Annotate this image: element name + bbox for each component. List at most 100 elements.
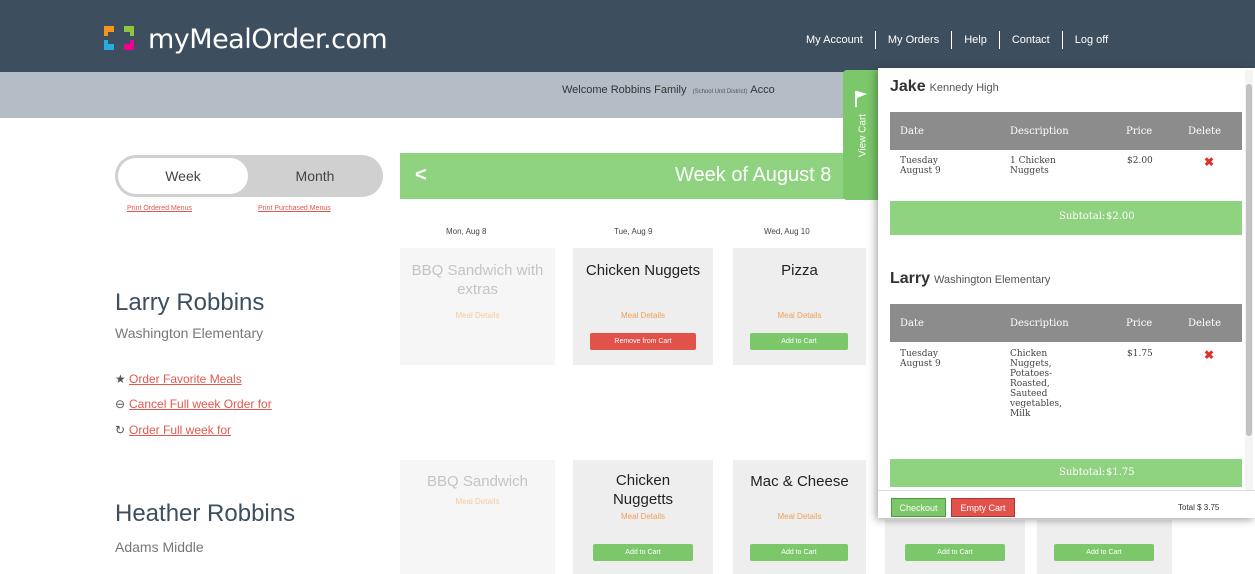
- logo-text[interactable]: myMealOrder.com: [148, 24, 388, 55]
- add-to-cart-button[interactable]: Add to Cart: [905, 544, 1005, 561]
- cart-table-header: Date Description Price Delete: [890, 112, 1242, 150]
- meal-name: Chicken Nuggetts: [612, 472, 674, 508]
- description-line: vegetables,: [1010, 399, 1062, 409]
- cart-row-description: Chicken Nuggets, Potatoes- Roasted, Saut…: [1010, 349, 1062, 419]
- column-description: Description: [1010, 126, 1069, 137]
- welcome-account-link[interactable]: Acco: [750, 84, 774, 96]
- cart-row-price: $1.75: [1127, 349, 1153, 359]
- nav-help[interactable]: Help: [964, 34, 987, 46]
- order-full-week-link[interactable]: ↻ Order Full week for: [115, 423, 231, 437]
- week-title: Week of August 8: [675, 164, 832, 186]
- student-name: Heather Robbins: [115, 500, 296, 527]
- subtotal-label: Subtotal:: [1059, 467, 1106, 478]
- meal-details-link[interactable]: Meal Details: [573, 311, 713, 320]
- add-to-cart-button[interactable]: Add to Cart: [1054, 544, 1154, 561]
- meal-details-link[interactable]: Meal Details: [400, 311, 555, 320]
- meal-details-link[interactable]: Meal Details: [733, 512, 866, 521]
- action-label: Order Full week for: [129, 423, 232, 437]
- star-icon: ★: [115, 372, 126, 386]
- cart-table-header: Date Description Price Delete: [890, 304, 1242, 342]
- meal-card: Chicken Nuggetts Meal Details Add to Car…: [573, 460, 713, 574]
- remove-from-cart-button[interactable]: Remove from Cart: [590, 333, 696, 350]
- checkout-button[interactable]: Checkout: [891, 498, 946, 517]
- column-date: Date: [900, 126, 924, 137]
- column-delete: Delete: [1188, 126, 1221, 137]
- nav-my-orders[interactable]: My Orders: [888, 34, 939, 46]
- minus-circle-icon: ⊖: [115, 397, 126, 411]
- subtotal-label: Subtotal:: [1059, 211, 1106, 222]
- nav-divider: [951, 31, 953, 49]
- meal-details-link[interactable]: Meal Details: [733, 311, 866, 320]
- toggle-month[interactable]: Month: [250, 158, 380, 194]
- description-line: Sauteed: [1010, 389, 1048, 399]
- meal-name: Mac & Cheese: [750, 473, 849, 490]
- column-price: Price: [1126, 126, 1153, 137]
- nav-divider: [1061, 31, 1063, 49]
- subtotal-value: $2.00: [1106, 211, 1135, 222]
- nav-my-account[interactable]: My Account: [806, 34, 863, 46]
- date-line: Tuesday: [900, 156, 938, 166]
- delete-icon[interactable]: ✖: [1204, 348, 1214, 362]
- delete-icon[interactable]: ✖: [1204, 155, 1214, 169]
- meal-name: BBQ Sandwich with extras: [411, 262, 544, 298]
- cart-total: Total $ 3.75: [1178, 503, 1220, 512]
- previous-week-icon[interactable]: <: [415, 164, 427, 187]
- nav-log-off[interactable]: Log off: [1075, 34, 1108, 46]
- meal-name: Chicken Nuggets: [585, 262, 701, 279]
- add-to-cart-button[interactable]: Add to Cart: [750, 333, 848, 350]
- action-label: Cancel Full week Order for: [129, 397, 272, 411]
- add-to-cart-button[interactable]: Add to Cart: [750, 544, 848, 561]
- meal-card: Add to Cart: [885, 520, 1025, 574]
- cart-student-school: Kennedy High: [929, 82, 999, 94]
- cart-row-description: 1 Chicken Nuggets: [1010, 156, 1056, 176]
- view-toggle: Week Month: [115, 155, 383, 197]
- subtotal-value: $1.75: [1106, 467, 1135, 478]
- empty-cart-button[interactable]: Empty Cart: [951, 498, 1015, 517]
- order-favorite-meals-link[interactable]: ★ Order Favorite Meals: [115, 372, 242, 386]
- column-delete: Delete: [1188, 318, 1221, 329]
- print-purchased-menus-link[interactable]: Print Purchased Menus: [258, 205, 331, 212]
- column-description: Description: [1010, 318, 1069, 329]
- meal-card: Pizza Meal Details Add to Cart: [733, 248, 866, 365]
- print-ordered-menus-link[interactable]: Print Ordered Menus: [127, 205, 192, 212]
- nav-divider: [874, 31, 876, 49]
- welcome-prefix: Welcome Robbins Family: [562, 84, 687, 96]
- description-line: Potatoes-: [1010, 369, 1053, 379]
- add-to-cart-button[interactable]: Add to Cart: [593, 544, 693, 561]
- student-school: Adams Middle: [115, 539, 204, 555]
- cart-student-school: Washington Elementary: [934, 274, 1051, 286]
- meal-name: BBQ Sandwich: [427, 473, 528, 490]
- meal-details-link[interactable]: Meal Details: [400, 497, 555, 506]
- logo-icon[interactable]: [100, 22, 138, 54]
- description-line: Milk: [1010, 409, 1031, 419]
- meal-card: BBQ Sandwich Meal Details: [400, 460, 555, 574]
- description-line: Nuggets: [1010, 166, 1049, 176]
- day-label: Tue, Aug 9: [614, 227, 653, 236]
- nav-contact[interactable]: Contact: [1012, 34, 1050, 46]
- meal-card: Chicken Nuggets Meal Details Remove from…: [573, 248, 713, 365]
- top-nav: My Account My Orders Help Contact Log of…: [806, 30, 1108, 50]
- cart-student-heading: Jake Kennedy High: [890, 78, 999, 96]
- meal-name: Pizza: [781, 262, 818, 279]
- nav-divider: [998, 31, 1000, 49]
- meal-card: Mac & Cheese Meal Details Add to Cart: [733, 460, 866, 574]
- student-name: Larry Robbins: [115, 289, 265, 316]
- cart-subtotal-bar: Subtotal: $1.75: [890, 459, 1242, 487]
- date-line: August 9: [900, 166, 941, 176]
- cart-row-price: $2.00: [1127, 156, 1153, 166]
- meal-details-link[interactable]: Meal Details: [573, 512, 713, 521]
- cart-subtotal-bar: Subtotal: $2.00: [890, 201, 1242, 235]
- student-school: Washington Elementary: [115, 325, 264, 341]
- description-line: Nuggets,: [1010, 359, 1052, 369]
- column-date: Date: [900, 318, 924, 329]
- description-line: 1 Chicken: [1010, 156, 1056, 166]
- meal-card: BBQ Sandwich with extras Meal Details: [400, 248, 555, 365]
- cancel-full-week-link[interactable]: ⊖ Cancel Full week Order for: [115, 397, 272, 411]
- flag-icon: [855, 91, 867, 107]
- toggle-week[interactable]: Week: [118, 158, 248, 194]
- column-price: Price: [1126, 318, 1153, 329]
- cart-row-date: Tuesday August 9: [900, 349, 941, 369]
- view-cart-label[interactable]: View Cart: [858, 111, 869, 161]
- cart-scrollbar-thumb[interactable]: [1246, 84, 1252, 436]
- welcome-message: Welcome Robbins Family (School Unit Dist…: [562, 84, 775, 96]
